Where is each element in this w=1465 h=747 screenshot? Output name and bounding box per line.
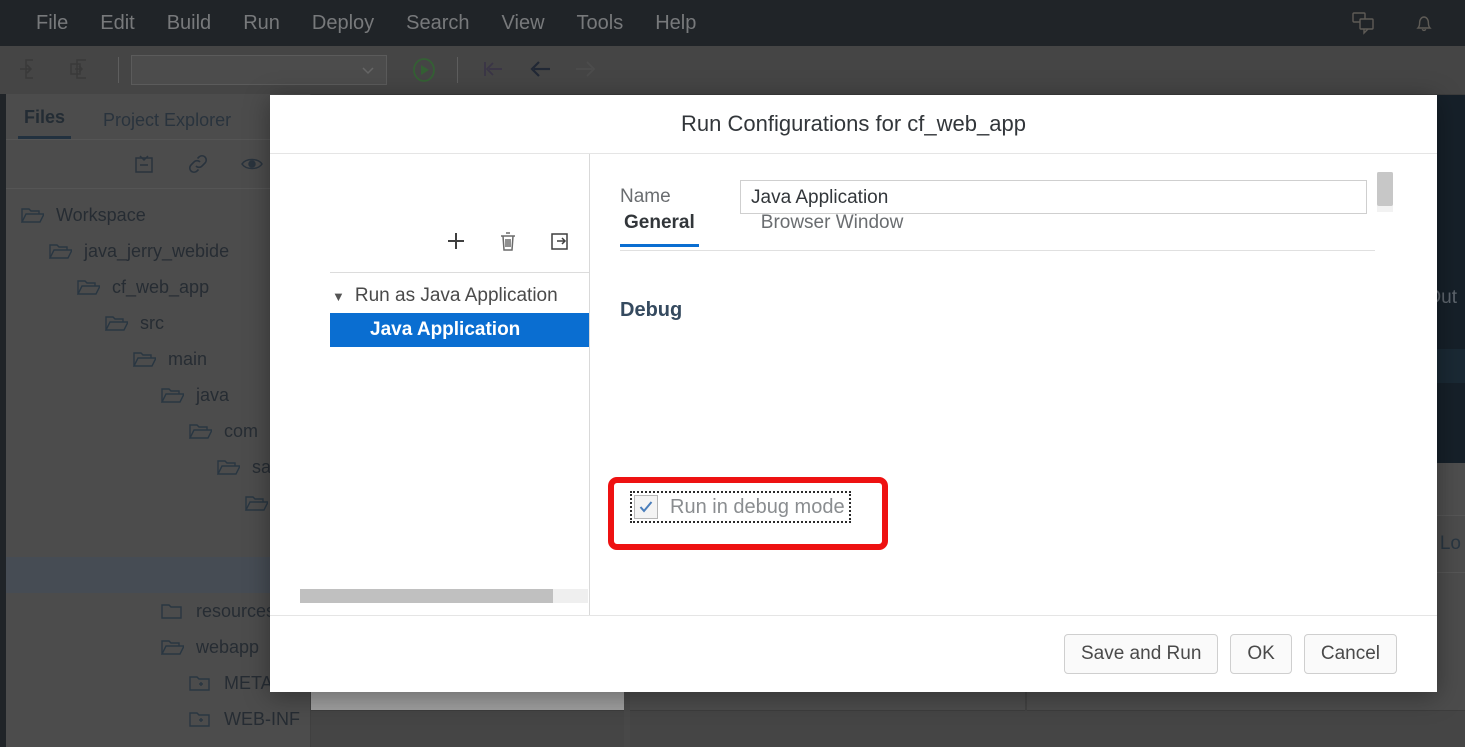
detail-tabs: General Browser Window	[620, 212, 1375, 251]
config-item-label: Run as Java Application	[354, 285, 558, 306]
config-tree: ▼ Run as Java Application Java Application	[330, 273, 589, 615]
ok-button[interactable]: OK	[1230, 634, 1292, 674]
detail-vscroll-thumb[interactable]	[1377, 172, 1393, 206]
config-item-selected[interactable]: Java Application	[330, 313, 589, 347]
checkbox-box[interactable]	[634, 495, 658, 519]
delete-icon[interactable]	[495, 228, 521, 254]
add-icon[interactable]	[443, 228, 469, 254]
config-list-hscroll-thumb[interactable]	[300, 589, 554, 603]
save-and-run-button[interactable]: Save and Run	[1063, 634, 1219, 674]
duplicate-icon[interactable]	[547, 228, 573, 254]
config-list-hscrollbar[interactable]	[300, 589, 588, 603]
cancel-button[interactable]: Cancel	[1303, 634, 1397, 674]
name-label: Name	[620, 186, 671, 207]
dialog-footer: Save and Run OK Cancel	[270, 615, 1437, 692]
config-list-panel: ▼ Run as Java Application Java Application	[270, 154, 590, 615]
dialog-body: ▼ Run as Java Application Java Application…	[270, 154, 1437, 615]
config-list-toolbar	[330, 210, 589, 273]
run-configurations-dialog: Run Configurations for cf_web_app ▼ Run …	[270, 95, 1437, 692]
config-group[interactable]: ▼ Run as Java Application	[330, 279, 589, 313]
config-detail-panel: Name Java Application General Browser Wi…	[590, 154, 1437, 615]
config-item-label: Java Application	[370, 319, 521, 340]
tab-browser-window[interactable]: Browser Window	[757, 212, 908, 244]
debug-section-title: Debug	[620, 299, 683, 321]
name-row: Name Java Application	[620, 180, 1367, 214]
tab-general[interactable]: General	[620, 212, 699, 247]
check-icon	[639, 501, 653, 513]
run-in-debug-mode-checkbox[interactable]: Run in debug mode	[630, 491, 851, 523]
checkbox-label: Run in debug mode	[670, 495, 845, 518]
name-input[interactable]: Java Application	[740, 180, 1367, 214]
detail-vscrollbar[interactable]	[1377, 172, 1393, 212]
dialog-title: Run Configurations for cf_web_app	[270, 95, 1437, 154]
chevron-down-icon[interactable]: ▼	[332, 289, 345, 304]
